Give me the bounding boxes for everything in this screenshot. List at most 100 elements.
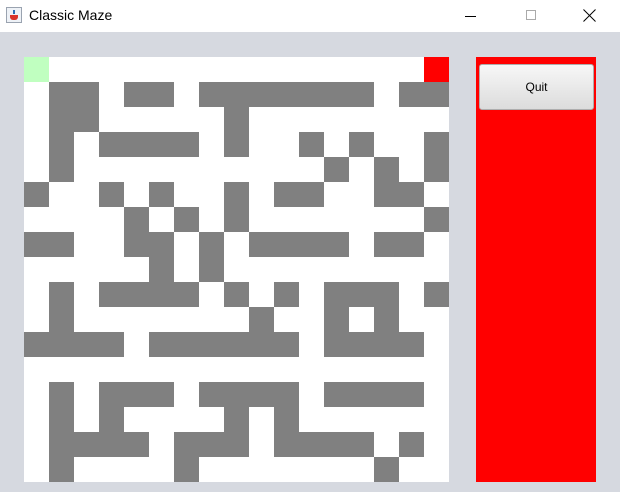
maze-wall [274,407,299,432]
maze-wall [299,232,324,257]
window-title: Classic Maze [29,7,113,23]
maze-wall [349,332,374,357]
maze-wall [274,382,299,407]
maze-wall [274,82,299,107]
maze-wall [374,182,399,207]
maze-wall [49,307,74,332]
maze-wall [349,132,374,157]
maze-wall [349,432,374,457]
quit-button[interactable]: Quit [479,64,594,110]
maze-wall [249,82,274,107]
maze-wall [374,307,399,332]
maze-wall [174,457,199,482]
maze-wall [149,232,174,257]
maze-wall [324,232,349,257]
maze-wall [224,407,249,432]
maze-wall [374,457,399,482]
close-icon [583,9,596,22]
maze-wall [74,432,99,457]
maze-wall [324,382,349,407]
maze-wall [424,132,449,157]
maze-wall [124,207,149,232]
maze-wall [299,432,324,457]
maze-wall [424,157,449,182]
maze-wall [224,282,249,307]
java-cup-icon [6,7,22,23]
maze-wall [174,432,199,457]
maze-wall [274,332,299,357]
maze-wall [224,382,249,407]
maze-wall [224,82,249,107]
maze-wall [399,82,424,107]
maze-wall [149,382,174,407]
maze-wall [224,107,249,132]
maze-wall [274,232,299,257]
maze-wall [49,132,74,157]
maze-wall [49,107,74,132]
maze-wall [349,82,374,107]
maze-wall [299,82,324,107]
maze-wall [224,332,249,357]
application-window: Classic Maze Quit [0,0,620,492]
maze-wall [49,82,74,107]
maze-wall [74,332,99,357]
maze-wall [199,257,224,282]
maze-wall [124,232,149,257]
maze-wall [224,132,249,157]
maze-wall [99,407,124,432]
maze-wall [124,382,149,407]
maze-wall [199,432,224,457]
maze-wall [24,182,49,207]
maze-board[interactable] [24,57,449,482]
maze-wall [149,257,174,282]
title-bar[interactable]: Classic Maze [0,0,620,32]
maze-wall [99,282,124,307]
maze-start-cell [24,57,49,82]
maze-wall [49,382,74,407]
minimize-button[interactable] [447,0,493,32]
maze-wall [399,182,424,207]
maze-wall [99,382,124,407]
maze-wall [324,332,349,357]
maze-wall [249,382,274,407]
maximize-button[interactable] [508,0,554,32]
maze-wall [224,432,249,457]
maze-wall [249,232,274,257]
maze-wall [124,82,149,107]
side-panel [476,57,596,482]
maze-wall [199,82,224,107]
maze-wall [99,432,124,457]
maze-wall [199,332,224,357]
close-button[interactable] [566,0,612,32]
maze-wall [249,332,274,357]
maze-wall [99,182,124,207]
maximize-icon [526,10,536,20]
maze-wall [149,82,174,107]
maze-wall [324,307,349,332]
maze-wall [99,132,124,157]
maze-wall [324,82,349,107]
maze-wall [399,232,424,257]
maze-wall [224,207,249,232]
maze-goal-cell [424,57,449,82]
maze-wall [399,332,424,357]
maze-wall [374,157,399,182]
maze-wall [124,432,149,457]
maze-wall [399,432,424,457]
maze-wall [374,332,399,357]
maze-wall [49,332,74,357]
maze-wall [49,232,74,257]
maze-wall [149,182,174,207]
maze-wall [149,132,174,157]
maze-wall [74,82,99,107]
maze-wall [349,382,374,407]
maze-wall [49,282,74,307]
maze-wall [124,132,149,157]
maze-wall [249,307,274,332]
maze-wall [424,207,449,232]
maze-wall [224,182,249,207]
maze-wall [174,207,199,232]
maze-wall [49,157,74,182]
maze-wall [424,82,449,107]
maze-wall [274,432,299,457]
